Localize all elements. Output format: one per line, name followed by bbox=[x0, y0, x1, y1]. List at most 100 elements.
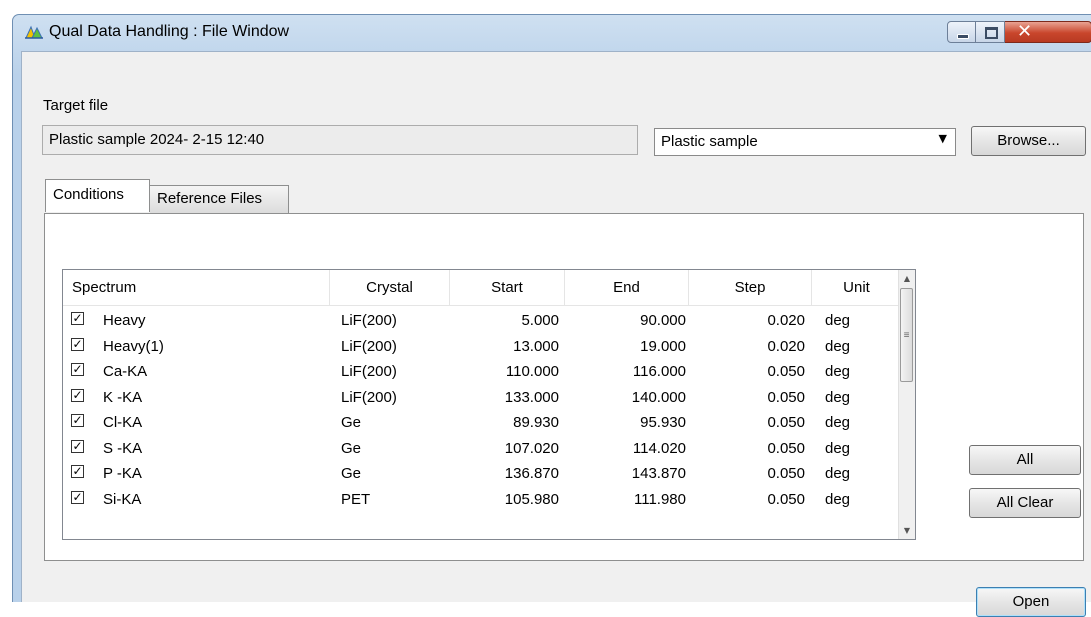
table-row[interactable]: ✓ S -KA Ge 107.020 114.020 0.050 deg bbox=[63, 436, 901, 462]
app-icon bbox=[25, 25, 43, 39]
cell-end: 140.000 bbox=[631, 388, 686, 406]
close-icon: ✕ bbox=[1017, 21, 1033, 42]
list-rows: ✓ Heavy LiF(200) 5.000 90.000 0.020 deg … bbox=[63, 308, 901, 512]
cell-spectrum: Ca-KA bbox=[103, 363, 148, 380]
cell-crystal: Ge bbox=[341, 465, 362, 482]
cell-unit: deg bbox=[825, 388, 851, 406]
row-checkbox[interactable]: ✓ bbox=[71, 465, 84, 478]
cell-unit: deg bbox=[825, 414, 851, 431]
cell-step: 0.050 bbox=[767, 465, 805, 482]
cell-end: 143.870 bbox=[631, 465, 686, 482]
grip-icon: ≡ bbox=[903, 330, 910, 341]
row-checkbox[interactable]: ✓ bbox=[71, 388, 84, 402]
cell-step: 0.020 bbox=[767, 312, 805, 329]
cell-step: 0.050 bbox=[767, 490, 805, 508]
table-row[interactable]: ✓ Si-KA PET 105.980 111.980 0.050 deg bbox=[63, 487, 901, 513]
cell-end: 95.930 bbox=[640, 414, 686, 431]
cell-spectrum: Cl-KA bbox=[103, 414, 143, 431]
table-row[interactable]: ✓ Heavy(1) LiF(200) 13.000 19.000 0.020 … bbox=[63, 334, 901, 360]
maximize-button[interactable] bbox=[976, 21, 1005, 43]
table-row[interactable]: ✓ P -KA Ge 136.870 143.870 0.050 deg bbox=[63, 461, 901, 487]
select-all-button[interactable]: All bbox=[969, 445, 1081, 475]
list-header: Spectrum Crystal Start End Step Unit bbox=[63, 270, 901, 306]
scroll-up-icon[interactable]: ▲ bbox=[899, 270, 915, 287]
file-window: Qual Data Handling : File Window ✕ Targe… bbox=[12, 14, 1091, 617]
cell-spectrum: Heavy bbox=[103, 312, 146, 329]
cell-unit: deg bbox=[825, 465, 851, 482]
target-file-label: Target file bbox=[43, 97, 109, 114]
cell-step: 0.050 bbox=[767, 414, 805, 431]
scroll-down-icon[interactable]: ▼ bbox=[899, 522, 915, 539]
cell-end: 111.980 bbox=[634, 490, 686, 508]
cell-crystal: PET bbox=[341, 490, 371, 508]
cell-spectrum: S -KA bbox=[103, 439, 143, 457]
title-bar[interactable]: Qual Data Handling : File Window ✕ bbox=[13, 15, 1091, 51]
cell-unit: deg bbox=[825, 337, 851, 355]
minimize-button[interactable] bbox=[947, 21, 976, 43]
row-checkbox[interactable]: ✓ bbox=[71, 312, 84, 325]
cell-start: 136.870 bbox=[504, 465, 559, 482]
table-row[interactable]: ✓ K -KA LiF(200) 133.000 140.000 0.050 d… bbox=[63, 385, 901, 411]
cell-end: 114.020 bbox=[632, 439, 686, 457]
cell-crystal: LiF(200) bbox=[341, 388, 397, 406]
cell-end: 90.000 bbox=[640, 312, 686, 329]
row-checkbox[interactable]: ✓ bbox=[71, 337, 84, 351]
column-header-unit[interactable]: Unit bbox=[812, 270, 901, 305]
cell-crystal: Ge bbox=[341, 439, 362, 457]
spectrum-list[interactable]: Spectrum Crystal Start End Step Unit ✓ H… bbox=[62, 269, 916, 540]
row-checkbox[interactable]: ✓ bbox=[71, 490, 84, 504]
cell-spectrum: Si-KA bbox=[103, 490, 142, 508]
tab-conditions[interactable]: Conditions bbox=[45, 179, 150, 212]
column-header-crystal[interactable]: Crystal bbox=[330, 270, 450, 305]
cell-step: 0.050 bbox=[767, 388, 805, 406]
open-button[interactable]: Open bbox=[976, 587, 1086, 617]
cell-start: 110.000 bbox=[505, 363, 559, 380]
sample-dropdown-value: Plastic sample bbox=[661, 133, 758, 150]
row-checkbox[interactable]: ✓ bbox=[71, 414, 84, 427]
table-row[interactable]: ✓ Ca-KA LiF(200) 110.000 116.000 0.050 d… bbox=[63, 359, 901, 385]
column-header-end[interactable]: End bbox=[565, 270, 689, 305]
cell-start: 5.000 bbox=[521, 312, 559, 329]
clear-all-button[interactable]: All Clear bbox=[969, 488, 1081, 518]
column-header-step[interactable]: Step bbox=[689, 270, 812, 305]
sample-dropdown[interactable]: Plastic sample ▼ bbox=[654, 128, 956, 156]
cell-crystal: LiF(200) bbox=[341, 337, 397, 355]
close-button[interactable]: ✕ bbox=[1005, 21, 1091, 43]
cell-start: 133.000 bbox=[504, 388, 559, 406]
row-checkbox[interactable]: ✓ bbox=[71, 363, 84, 376]
cell-crystal: Ge bbox=[341, 414, 362, 431]
cell-start: 105.980 bbox=[504, 490, 559, 508]
chevron-down-icon: ▼ bbox=[938, 132, 947, 145]
cell-crystal: LiF(200) bbox=[341, 363, 397, 380]
cell-step: 0.020 bbox=[767, 337, 805, 355]
conditions-panel: Spectrum Crystal Start End Step Unit ✓ H… bbox=[44, 213, 1084, 561]
window-title: Qual Data Handling : File Window bbox=[49, 23, 290, 40]
column-header-spectrum[interactable]: Spectrum bbox=[63, 270, 330, 305]
table-row[interactable]: ✓ Cl-KA Ge 89.930 95.930 0.050 deg bbox=[63, 410, 901, 436]
cell-unit: deg bbox=[825, 363, 851, 380]
cell-end: 19.000 bbox=[640, 337, 686, 355]
cell-unit: deg bbox=[825, 312, 851, 329]
cell-spectrum: Heavy(1) bbox=[103, 337, 164, 355]
cell-crystal: LiF(200) bbox=[341, 312, 397, 329]
cell-step: 0.050 bbox=[767, 439, 805, 457]
maximize-icon bbox=[985, 27, 998, 39]
table-row[interactable]: ✓ Heavy LiF(200) 5.000 90.000 0.020 deg bbox=[63, 308, 901, 334]
cell-step: 0.050 bbox=[767, 363, 805, 380]
cell-spectrum: P -KA bbox=[103, 465, 142, 482]
cell-spectrum: K -KA bbox=[103, 388, 143, 406]
cell-start: 89.930 bbox=[513, 414, 559, 431]
cell-end: 116.000 bbox=[632, 363, 686, 380]
cell-start: 13.000 bbox=[513, 337, 559, 355]
cell-unit: deg bbox=[825, 490, 851, 508]
client-area: Target file Plastic sample 2024- 2-15 12… bbox=[21, 51, 1091, 617]
scroll-thumb[interactable]: ≡ bbox=[900, 288, 913, 382]
browse-button[interactable]: Browse... bbox=[971, 126, 1086, 156]
tab-reference-files[interactable]: Reference Files bbox=[150, 185, 289, 213]
cell-start: 107.020 bbox=[504, 439, 559, 457]
cell-unit: deg bbox=[825, 439, 851, 457]
column-header-start[interactable]: Start bbox=[450, 270, 565, 305]
row-checkbox[interactable]: ✓ bbox=[71, 439, 84, 453]
vertical-scrollbar[interactable]: ▲ ≡ ▼ bbox=[898, 270, 915, 539]
target-file-field: Plastic sample 2024- 2-15 12:40 bbox=[42, 125, 638, 155]
